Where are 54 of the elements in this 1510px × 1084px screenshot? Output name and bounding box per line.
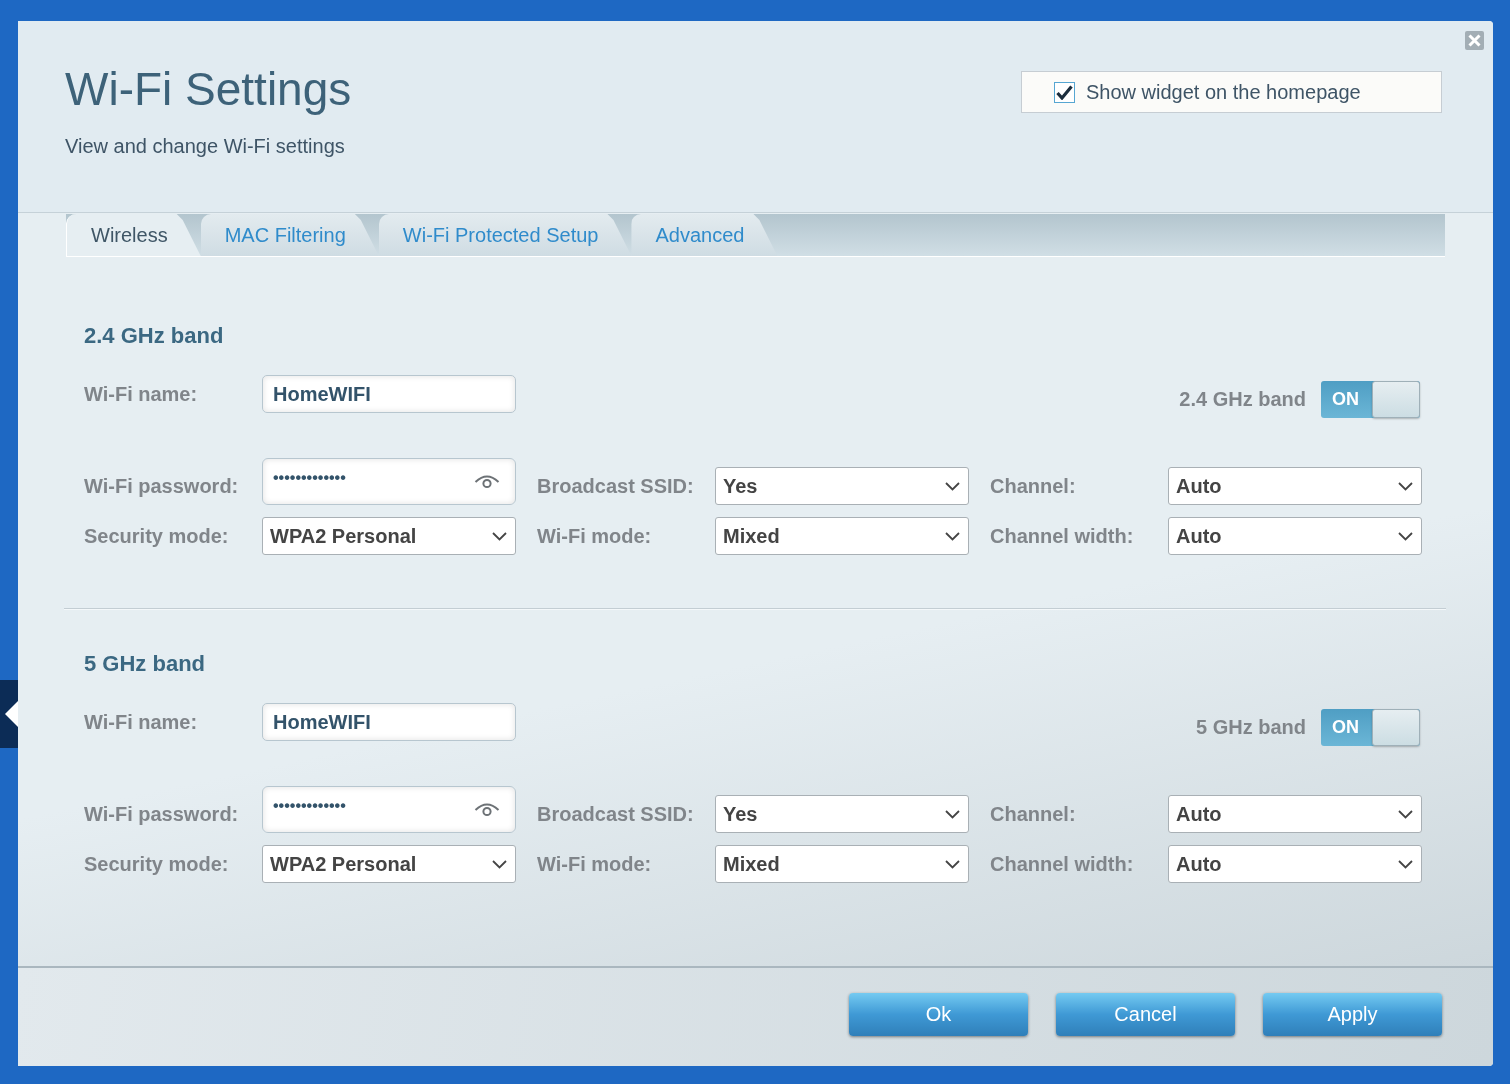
dropdown[interactable]: Auto bbox=[1168, 517, 1422, 555]
checkbox-label: Show widget on the homepage bbox=[1086, 80, 1361, 104]
section-heading: 2.4 GHz band bbox=[84, 322, 224, 350]
chevron-down-icon bbox=[1398, 531, 1413, 541]
field-label: Security mode: bbox=[84, 852, 229, 877]
switch-label: 2.4 GHz band bbox=[1179, 388, 1306, 411]
check-icon bbox=[1056, 84, 1073, 100]
toggle-knob[interactable] bbox=[1372, 709, 1420, 746]
field-label: Channel: bbox=[990, 474, 1076, 499]
password-field[interactable]: ••••••••••••• bbox=[262, 786, 516, 833]
field-label: Security mode: bbox=[84, 524, 229, 549]
field-label: Wi-Fi mode: bbox=[537, 524, 652, 549]
section-heading: 5 GHz band bbox=[84, 650, 205, 678]
side-panel-handle[interactable] bbox=[0, 680, 18, 748]
text-field[interactable]: HomeWIFI bbox=[262, 375, 516, 413]
field-label: Channel width: bbox=[990, 852, 1134, 877]
chevron-down-icon bbox=[945, 481, 960, 491]
field-label: Channel: bbox=[990, 802, 1076, 827]
chevron-down-icon bbox=[492, 531, 507, 541]
chevron-down-icon bbox=[945, 531, 960, 541]
text-field[interactable]: HomeWIFI bbox=[262, 703, 516, 741]
field-label: Wi-Fi name: bbox=[84, 710, 198, 735]
switch-label: 5 GHz band bbox=[1196, 716, 1306, 739]
toggle-knob[interactable] bbox=[1372, 381, 1420, 418]
dropdown[interactable]: Auto bbox=[1168, 467, 1422, 505]
eye-icon[interactable] bbox=[474, 802, 500, 817]
field-label: Wi-Fi mode: bbox=[537, 852, 652, 877]
dropdown[interactable]: Auto bbox=[1168, 845, 1422, 883]
chevron-down-icon bbox=[945, 859, 960, 869]
eye-icon[interactable] bbox=[474, 474, 500, 489]
chevron-down-icon bbox=[945, 809, 960, 819]
field-label: Wi-Fi name: bbox=[84, 382, 198, 407]
window-title: Wi-Fi Settings bbox=[65, 62, 352, 117]
field-label: Channel width: bbox=[990, 524, 1134, 549]
dropdown[interactable]: Auto bbox=[1168, 795, 1422, 833]
window-subtitle: View and change Wi-Fi settings bbox=[65, 134, 345, 158]
chevron-down-icon bbox=[1398, 481, 1413, 491]
dropdown[interactable]: WPA2 Personal bbox=[262, 845, 516, 883]
checkbox[interactable] bbox=[1054, 81, 1075, 103]
chevron-down-icon bbox=[492, 859, 507, 869]
dropdown[interactable]: WPA2 Personal bbox=[262, 517, 516, 555]
dropdown[interactable]: Yes bbox=[715, 795, 969, 833]
field-label: Wi-Fi password: bbox=[84, 802, 239, 827]
dropdown[interactable]: Mixed bbox=[715, 517, 969, 555]
close-icon bbox=[1468, 34, 1481, 47]
dropdown[interactable]: Mixed bbox=[715, 845, 969, 883]
password-field[interactable]: ••••••••••••• bbox=[262, 458, 516, 505]
dropdown[interactable]: Yes bbox=[715, 467, 969, 505]
field-label: Broadcast SSID: bbox=[537, 802, 694, 827]
field-label: Wi-Fi password: bbox=[84, 474, 239, 499]
chevron-down-icon bbox=[1398, 859, 1413, 869]
chevron-down-icon bbox=[1398, 809, 1413, 819]
tab[interactable]: Wireless bbox=[66, 214, 201, 256]
field-label: Broadcast SSID: bbox=[537, 474, 694, 499]
